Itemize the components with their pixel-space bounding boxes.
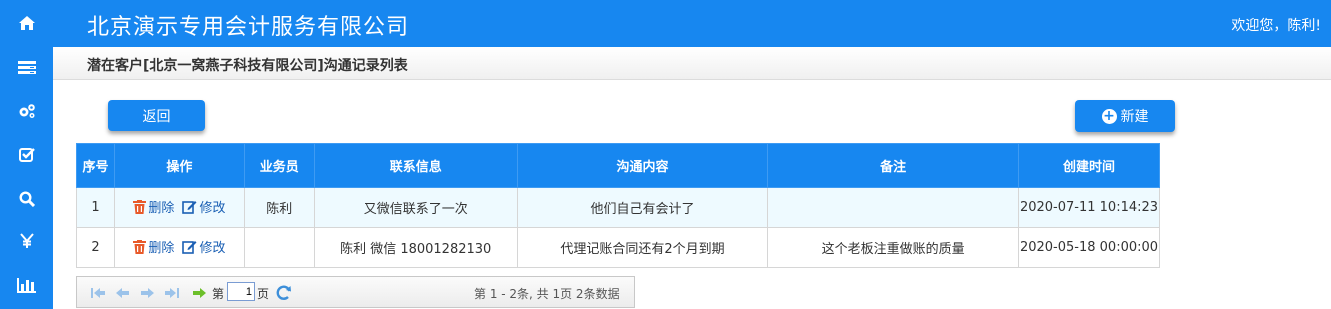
yen-icon[interactable] (0, 223, 53, 259)
top-header: 北京演示专用会计服务有限公司 欢迎您，陈利! (53, 0, 1331, 47)
back-button-label: 返回 (142, 108, 171, 125)
staff-cell: 陈利 (243, 187, 315, 228)
row-number: 2 (76, 227, 115, 268)
column-header[interactable]: 沟通内容 (516, 143, 769, 188)
bar-chart-icon[interactable] (0, 267, 53, 303)
pagination-info: 第 1 - 2条, 共 1页 2条数据 (474, 287, 620, 301)
column-header[interactable]: 备注 (767, 143, 1020, 188)
search-icon[interactable] (0, 181, 53, 217)
sidebar (0, 0, 53, 309)
column-header[interactable]: 操作 (113, 143, 245, 188)
edit-icon (182, 200, 197, 214)
staff-cell (243, 227, 315, 268)
first-page-icon[interactable] (91, 286, 105, 300)
go-page-icon[interactable] (192, 286, 206, 300)
welcome-text[interactable]: 欢迎您，陈利! (1231, 15, 1321, 35)
page-title: 潜在客户[北京一窝燕子科技有限公司]沟通记录列表 (87, 58, 408, 74)
pagination-bar: 第 页 第 1 - 2条, 共 1页 2条数据 (76, 276, 635, 308)
last-page-icon[interactable] (165, 286, 179, 300)
prev-page-icon[interactable] (116, 286, 130, 300)
row-actions: 删除 修改 (113, 227, 245, 268)
edit-button[interactable]: 修改 (182, 237, 225, 256)
content-cell: 他们自己有会计了 (516, 187, 769, 228)
column-header[interactable]: 创建时间 (1018, 143, 1160, 188)
table-header-row: 序号 操作 业务员 联系信息 沟通内容 备注 创建时间 (76, 143, 1160, 188)
back-button[interactable]: 返回 (108, 100, 205, 131)
refresh-icon[interactable] (276, 285, 292, 301)
next-page-icon[interactable] (140, 286, 154, 300)
contact-cell: 陈利 微信 18001282130 (313, 227, 518, 268)
page-title-bar: 潜在客户[北京一窝燕子科技有限公司]沟通记录列表 (53, 47, 1331, 80)
edit-label: 修改 (199, 241, 226, 257)
home-icon[interactable] (0, 5, 53, 41)
new-button[interactable]: + 新建 (1075, 100, 1175, 132)
company-name: 北京演示专用会计服务有限公司 (87, 15, 410, 40)
delete-label: 删除 (148, 241, 175, 257)
main-content: 返回 + 新建 序号 操作 业务员 联系信息 沟通内容 备注 创建时间 1 删除… (53, 81, 1331, 309)
row-number: 1 (76, 187, 115, 228)
row-actions: 删除 修改 (113, 187, 245, 228)
list-icon[interactable] (0, 50, 53, 86)
gears-icon[interactable] (0, 93, 53, 129)
created-cell: 2020-05-18 00:00:00 (1018, 227, 1160, 268)
edit-label: 修改 (199, 201, 226, 217)
page-suffix: 页 (257, 287, 270, 301)
delete-button[interactable]: 删除 (133, 197, 174, 216)
plus-circle-icon: + (1101, 108, 1117, 124)
new-button-label: 新建 (1120, 109, 1149, 125)
check-square-icon[interactable] (0, 137, 53, 173)
communication-table: 序号 操作 业务员 联系信息 沟通内容 备注 创建时间 1 删除 修改 陈利 又… (76, 143, 1160, 268)
edit-button[interactable]: 修改 (182, 197, 225, 216)
remark-cell (767, 187, 1020, 228)
trash-icon (133, 199, 147, 214)
page-prefix: 第 (212, 287, 225, 301)
column-header[interactable]: 业务员 (243, 143, 315, 188)
page-number-input[interactable] (227, 282, 255, 301)
table-row[interactable]: 1 删除 修改 陈利 又微信联系了一次 他们自己有会计了 2020-07-11 … (76, 187, 1160, 228)
contact-cell: 又微信联系了一次 (313, 187, 518, 228)
column-header[interactable]: 联系信息 (313, 143, 518, 188)
delete-button[interactable]: 删除 (133, 237, 174, 256)
table-row[interactable]: 2 删除 修改 陈利 微信 18001282130 代理记账合同还有2个月到期 … (76, 227, 1160, 268)
content-cell: 代理记账合同还有2个月到期 (516, 227, 769, 268)
column-header[interactable]: 序号 (76, 143, 115, 188)
remark-cell: 这个老板注重做账的质量 (767, 227, 1020, 268)
delete-label: 删除 (148, 201, 175, 217)
created-cell: 2020-07-11 10:14:23 (1018, 187, 1160, 228)
trash-icon (133, 239, 147, 254)
edit-icon (182, 240, 197, 254)
